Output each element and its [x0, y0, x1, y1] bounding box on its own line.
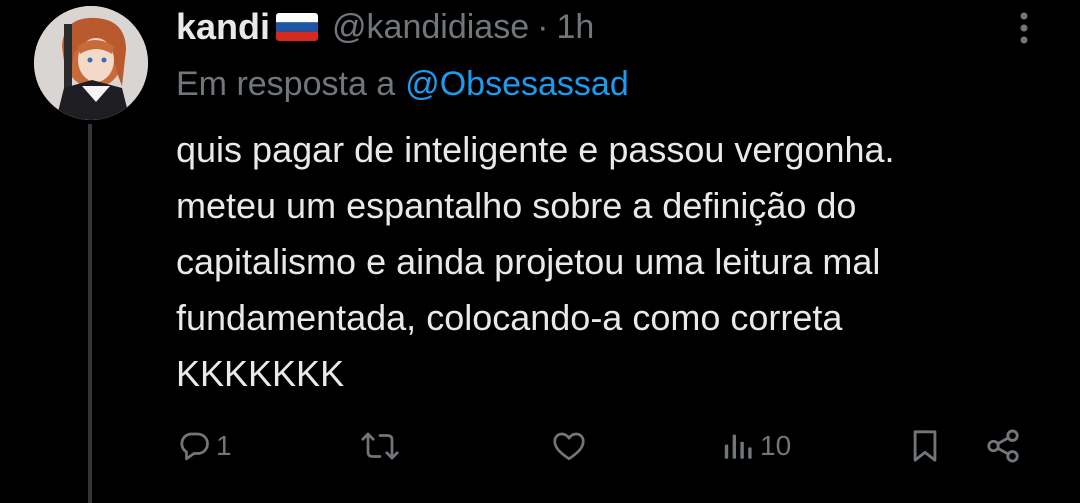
- tweet-text-line: fundamentada, colocando-a como correta: [176, 297, 843, 338]
- tweet-text: quis pagar de inteligente e passou vergo…: [176, 122, 1056, 402]
- avatar-image: [34, 6, 148, 120]
- russia-flag-icon: [276, 13, 319, 41]
- repost-button[interactable]: [360, 420, 404, 472]
- tweet-text-line: quis pagar de inteligente e passou vergo…: [176, 129, 895, 170]
- reply-count: 1: [216, 430, 232, 461]
- reply-context: Em resposta a @Obsesassad: [176, 60, 629, 108]
- tweet-header: kandi @kandidiase · 1h: [176, 2, 594, 52]
- bookmark-button[interactable]: [908, 420, 942, 472]
- share-icon: [984, 427, 1022, 465]
- tweet-text-line: KKKKKKK: [176, 353, 345, 394]
- views-count: 10: [760, 430, 792, 461]
- tweet-text-line: meteu um espantalho sobre a definição do: [176, 185, 857, 226]
- repost-icon: [360, 428, 400, 464]
- tweet-text-line: capitalismo e ainda projetou uma leitura…: [176, 241, 881, 282]
- share-button[interactable]: [984, 420, 1022, 472]
- reply-prefix: Em resposta a: [176, 64, 396, 103]
- reply-button[interactable]: 1: [176, 420, 232, 472]
- reply-mention-link[interactable]: @Obsesassad: [405, 65, 629, 104]
- views-button[interactable]: 10: [722, 420, 791, 472]
- more-options-icon[interactable]: [1012, 10, 1036, 46]
- thread-line: [88, 124, 92, 503]
- avatar[interactable]: [34, 6, 148, 120]
- action-bar: 1 10: [176, 420, 1036, 472]
- reply-icon: [176, 428, 212, 464]
- author-handle[interactable]: @kandidiase: [332, 8, 529, 47]
- separator-dot: ·: [537, 7, 549, 46]
- heart-icon: [550, 428, 588, 464]
- like-button[interactable]: [550, 420, 592, 472]
- views-bar-chart-icon: [722, 428, 756, 464]
- bookmark-icon: [908, 427, 942, 465]
- author-display-name[interactable]: kandi: [176, 6, 270, 48]
- timestamp[interactable]: 1h: [556, 8, 594, 47]
